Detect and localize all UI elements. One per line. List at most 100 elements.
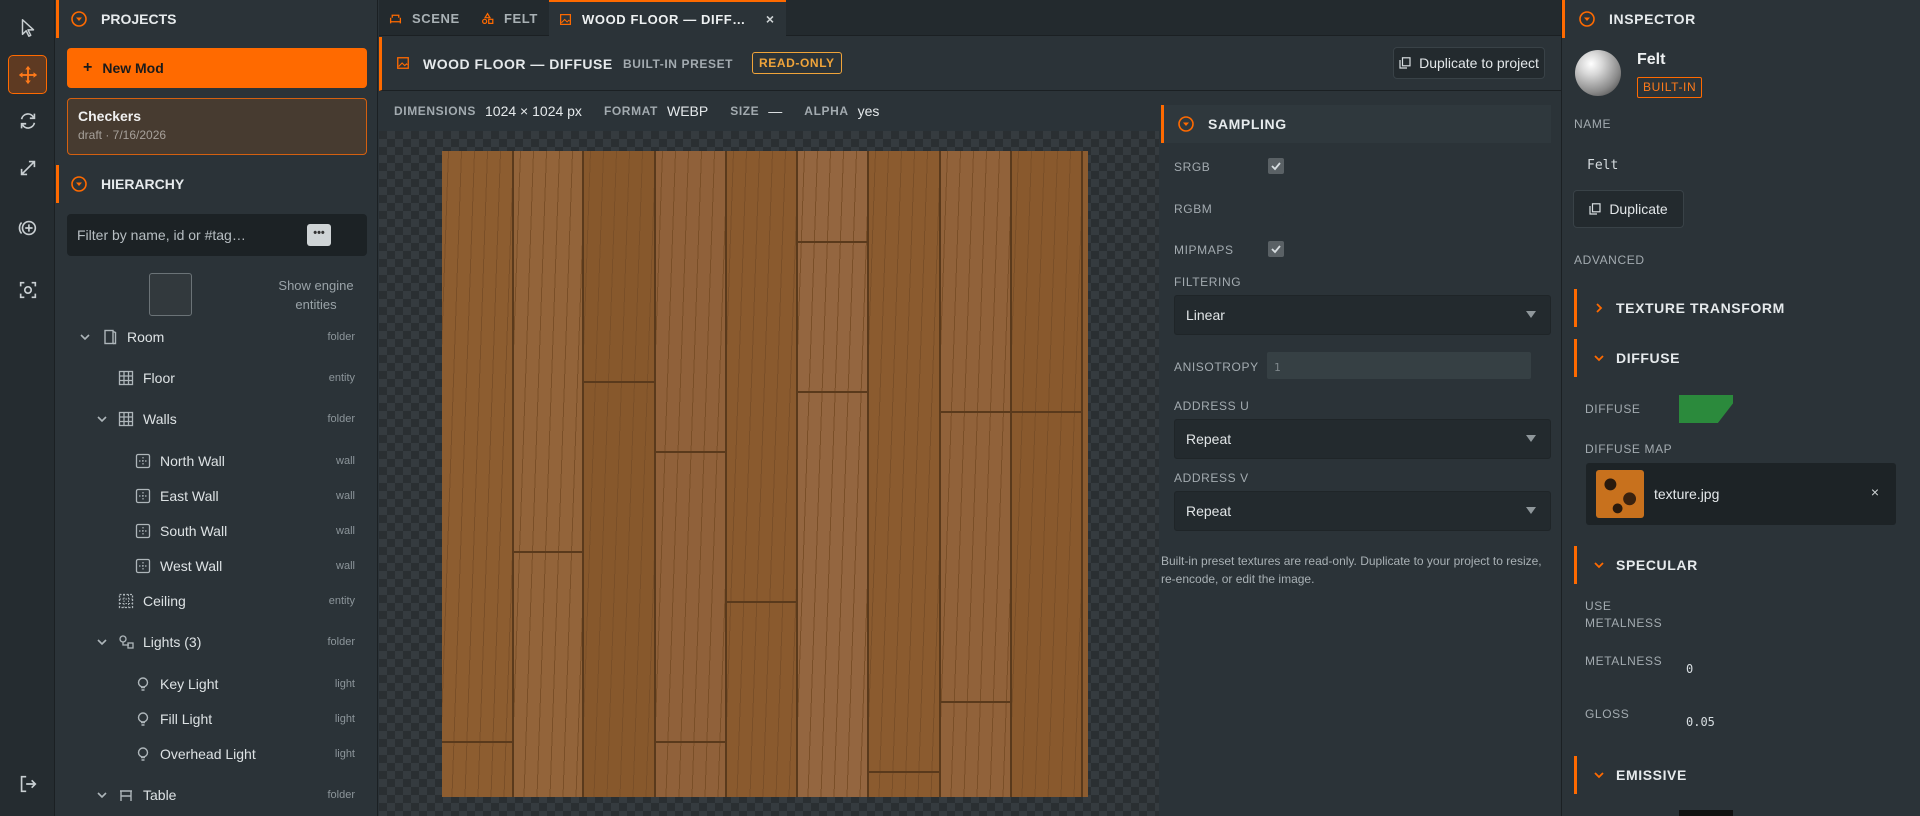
project-subtitle: draft · 7/16/2026 <box>78 128 167 142</box>
chevron-down-icon[interactable] <box>96 636 108 648</box>
tree-item-label: South Wall <box>160 523 228 539</box>
wood-plank <box>869 151 941 797</box>
address-v-value: Repeat <box>1186 503 1232 519</box>
check-icon <box>1271 245 1281 254</box>
sampling-panel: SAMPLING SRGB RGBM MIPMAPS FILTERING Lin… <box>1161 105 1551 816</box>
texture-transform-section[interactable]: TEXTURE TRANSFORM <box>1574 289 1909 327</box>
tree-item[interactable]: Lights (3) folder <box>56 627 377 657</box>
tree-item-kind: wall <box>336 455 355 467</box>
grid-icon <box>118 411 134 427</box>
tree-item-label: Table <box>143 787 177 803</box>
more-options-button[interactable]: ••• <box>307 224 331 246</box>
mipmaps-checkbox[interactable] <box>1268 241 1284 257</box>
tree-item[interactable]: Key Light light <box>56 669 377 699</box>
hierarchy-filter-input[interactable]: Filter by name, id or #tag… ••• <box>67 214 367 256</box>
chevron-right-icon <box>1596 303 1603 313</box>
plank-seam <box>584 381 654 383</box>
tree-item-label: Overhead Light <box>160 746 256 762</box>
plank-seam <box>798 391 867 393</box>
filtering-select[interactable]: Linear <box>1174 295 1551 335</box>
close-tab-icon[interactable]: × <box>766 11 775 27</box>
address-u-select[interactable]: Repeat <box>1174 419 1551 459</box>
diffuse-section[interactable]: DIFFUSE <box>1574 339 1909 377</box>
new-mod-button[interactable]: + New Mod <box>67 48 367 88</box>
srgb-checkbox[interactable] <box>1268 158 1284 174</box>
tree-item[interactable]: East Wall wall <box>56 481 377 511</box>
plank-seam <box>656 451 725 453</box>
address-v-select[interactable]: Repeat <box>1174 491 1551 531</box>
tree-item[interactable]: Floor entity <box>56 363 377 393</box>
exit-tool-button[interactable] <box>8 764 47 803</box>
tree-item[interactable]: South Wall wall <box>56 516 377 546</box>
tree-item[interactable]: Walls folder <box>56 404 377 434</box>
built-in-preset-label: BUILT-IN PRESET <box>623 57 734 71</box>
texture-editor-header: WOOD FLOOR — DIFFUSE BUILT-IN PRESET REA… <box>379 37 1561 91</box>
tree-item[interactable]: Fill Light light <box>56 704 377 734</box>
rotate-tool-button[interactable] <box>8 101 47 140</box>
collapse-icon <box>1579 11 1595 27</box>
tree-item-kind: wall <box>336 490 355 502</box>
duplicate-label: Duplicate <box>1609 201 1668 217</box>
tree-item-label: Key Light <box>160 676 219 692</box>
plus-icon: + <box>83 59 93 76</box>
rgbm-checkbox[interactable] <box>1268 200 1284 216</box>
anisotropy-input[interactable]: 1 <box>1267 352 1531 379</box>
chevron-down-icon <box>1526 435 1536 442</box>
diffuse-map-slot[interactable]: texture.jpg × <box>1586 463 1896 525</box>
wood-plank <box>442 151 514 797</box>
tree-item[interactable]: Room folder <box>56 322 377 352</box>
diffuse-color-swatch[interactable] <box>1679 395 1733 423</box>
tree-item-kind: light <box>334 748 355 760</box>
built-in-badge: BUILT-IN <box>1637 77 1703 98</box>
tree-item[interactable]: Ceiling entity <box>56 586 377 616</box>
tree-item[interactable]: North Wall wall <box>56 446 377 476</box>
metalness-value[interactable]: 0 <box>1686 662 1693 676</box>
chevron-down-icon <box>1526 311 1536 318</box>
show-engine-entities-toggle[interactable] <box>149 273 192 316</box>
plank-seam <box>941 411 1010 413</box>
chevron-down-icon[interactable] <box>96 789 108 801</box>
plank-seam <box>442 741 512 743</box>
move-tool-button[interactable] <box>8 55 47 94</box>
specular-section[interactable]: SPECULAR <box>1574 546 1909 584</box>
emissive-color-swatch[interactable] <box>1679 810 1733 816</box>
inspector-header[interactable]: INSPECTOR <box>1562 0 1920 38</box>
chevron-down-icon[interactable] <box>96 413 108 425</box>
tree-item[interactable]: Overhead Light light <box>56 739 377 769</box>
wall-icon <box>135 523 151 539</box>
chevron-down-icon[interactable] <box>79 331 91 343</box>
name-value: Felt <box>1587 158 1619 173</box>
clear-map-icon[interactable]: × <box>1871 484 1879 500</box>
grid-icon <box>118 370 134 386</box>
hierarchy-header[interactable]: HIERARCHY <box>56 165 377 203</box>
projects-header[interactable]: PROJECTS <box>56 0 377 38</box>
focus-tool-button[interactable] <box>8 270 47 309</box>
sampling-header[interactable]: SAMPLING <box>1161 105 1551 143</box>
tree-item-kind: wall <box>336 525 355 537</box>
duplicate-to-project-button[interactable]: Duplicate to project <box>1393 47 1545 79</box>
wood-floor-texture-preview <box>442 151 1088 797</box>
format-value: WEBP <box>666 103 709 119</box>
plank-seam <box>798 241 867 243</box>
project-card[interactable]: Checkers draft · 7/16/2026 <box>67 98 367 155</box>
hierarchy-title: HIERARCHY <box>101 176 185 192</box>
tree-item-label: North Wall <box>160 453 225 469</box>
rotate-icon <box>20 112 35 129</box>
select-tool-button[interactable] <box>8 8 47 47</box>
dimensions-value: 1024 × 1024 px <box>485 103 582 119</box>
emissive-section[interactable]: EMISSIVE <box>1574 756 1909 794</box>
tab-scene[interactable]: SCENE <box>389 0 469 36</box>
tree-item[interactable]: Table folder <box>56 780 377 810</box>
texture-viewport[interactable] <box>379 131 1159 816</box>
scale-tool-button[interactable] <box>8 148 47 187</box>
wood-plank <box>584 151 656 797</box>
mipmaps-label: MIPMAPS <box>1174 243 1234 257</box>
gloss-value[interactable]: 0.05 <box>1686 715 1715 729</box>
tree-item[interactable]: West Wall wall <box>56 551 377 581</box>
add-entity-tool-button[interactable] <box>8 208 47 247</box>
tab-wood-floor-diffuse[interactable]: WOOD FLOOR — DIFF… × <box>549 0 786 36</box>
tab-felt[interactable]: FELT <box>481 0 551 36</box>
collapse-icon <box>71 176 87 192</box>
duplicate-button[interactable]: Duplicate <box>1573 190 1684 228</box>
texture-title: WOOD FLOOR — DIFFUSE <box>423 56 613 72</box>
